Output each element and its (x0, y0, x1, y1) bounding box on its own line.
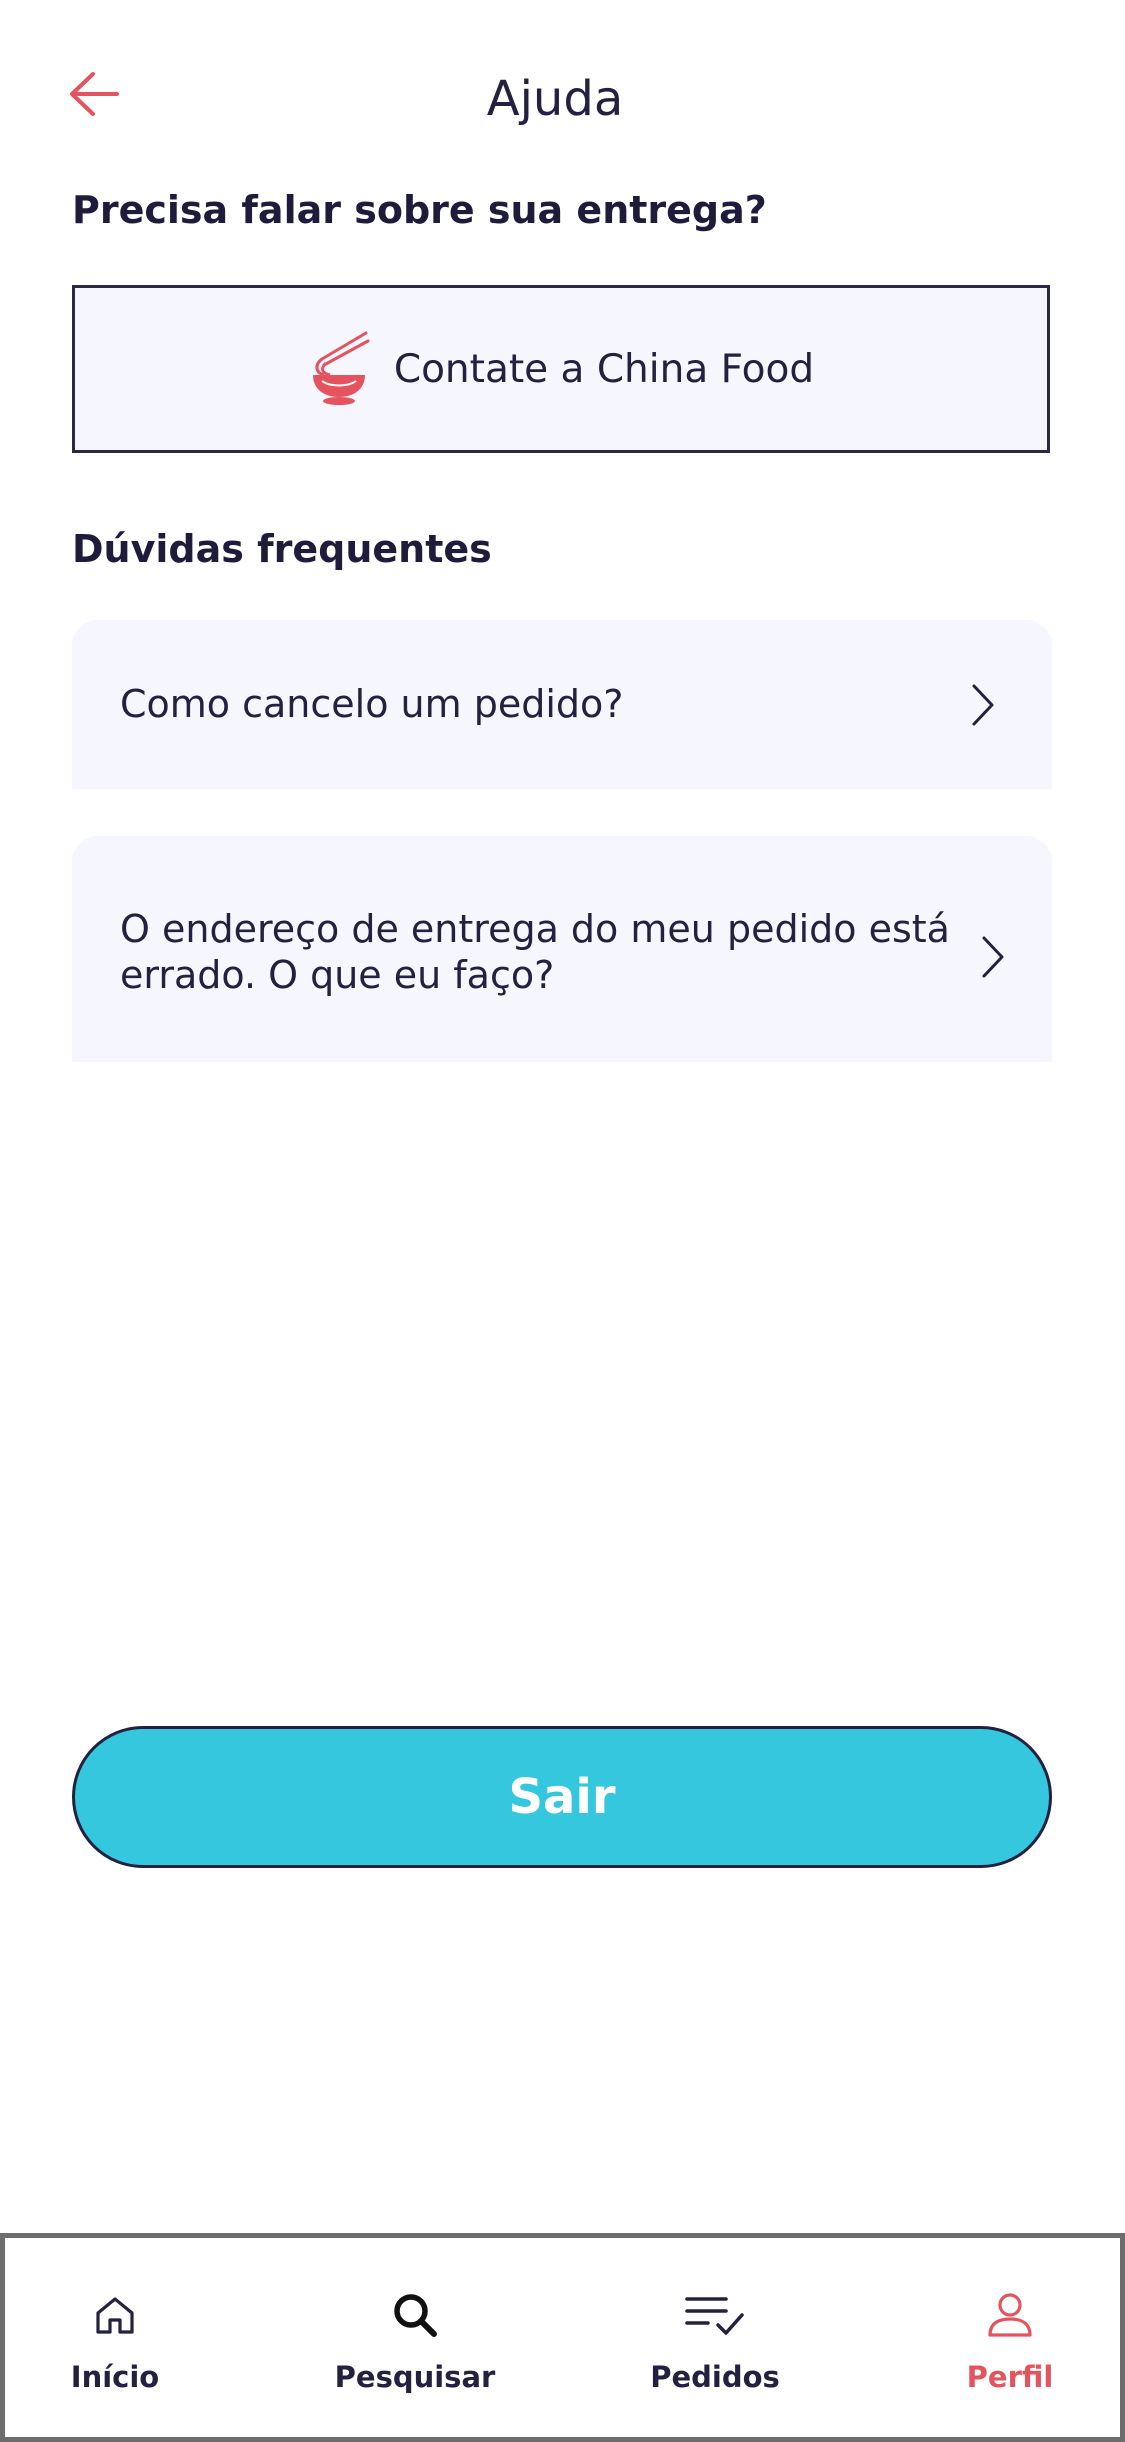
faq-section-title: Dúvidas frequentes (72, 527, 492, 571)
faq-question: O endereço de entrega do meu pedido está… (120, 907, 950, 997)
nav-label: Pedidos (650, 2360, 780, 2394)
home-icon (84, 2286, 146, 2344)
delivery-section-title: Precisa falar sobre sua entrega? (72, 188, 767, 232)
chevron-right-icon (982, 936, 1004, 978)
nav-item-orders[interactable]: Pedidos (635, 2238, 795, 2437)
nav-item-home[interactable]: Início (45, 2238, 185, 2437)
chevron-right-icon (972, 684, 994, 726)
logout-button[interactable]: Sair (72, 1726, 1052, 1868)
orders-list-icon (684, 2286, 746, 2344)
noodle-bowl-icon (308, 329, 370, 409)
nav-item-profile[interactable]: Perfil (940, 2238, 1080, 2437)
contact-restaurant-button[interactable]: Contate a China Food (72, 285, 1050, 453)
nav-item-search[interactable]: Pesquisar (325, 2238, 505, 2437)
search-icon (384, 2286, 446, 2344)
faq-item-wrong-address[interactable]: O endereço de entrega do meu pedido está… (72, 836, 1052, 1062)
faq-question: Como cancelo um pedido? (120, 682, 624, 726)
nav-label: Perfil (966, 2360, 1054, 2394)
nav-label: Início (70, 2360, 160, 2394)
page-title: Ajuda (486, 71, 624, 127)
nav-label: Pesquisar (334, 2360, 496, 2394)
contact-button-label: Contate a China Food (393, 346, 815, 392)
faq-item-cancel-order[interactable]: Como cancelo um pedido? (72, 620, 1052, 789)
bottom-navigation: Início Pesquisar Pedidos Perfil (0, 2233, 1125, 2442)
user-icon (979, 2286, 1041, 2344)
